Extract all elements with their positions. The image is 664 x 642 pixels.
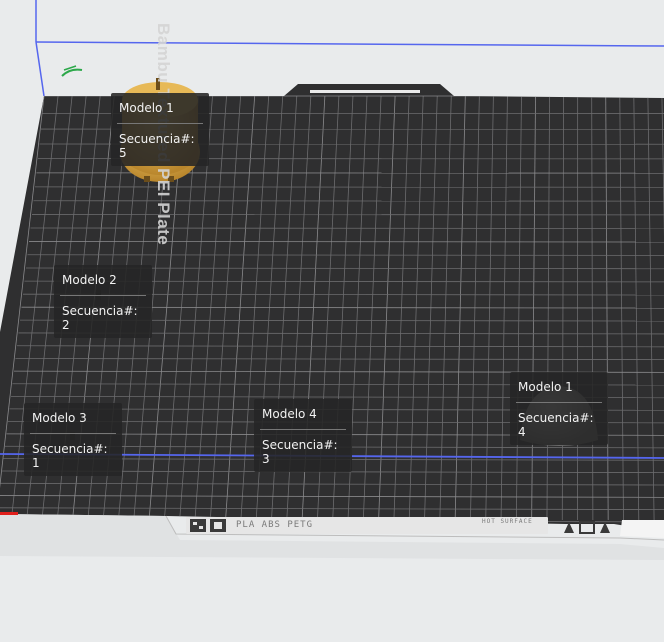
object-sequence: Secuencia#: 4 — [518, 411, 594, 439]
object-sequence: Secuencia#: 5 — [119, 132, 195, 160]
object-tooltip-3: Modelo 3 Secuencia#: 1 — [24, 403, 122, 476]
object-name: Modelo 4 — [262, 407, 317, 421]
plate-info-strip: PLA ABS PETG HOT SURFACE — [186, 517, 548, 534]
filament-types: PLA ABS PETG — [236, 520, 314, 530]
3d-viewport[interactable]: Bambu Textured PEI Plate Modelo 1 Secuen… — [0, 0, 664, 642]
object-name: Modelo 3 — [32, 411, 87, 425]
pencil-icon[interactable] — [61, 68, 83, 77]
bambu-logo-icon — [190, 519, 226, 532]
hot-surface-warning: HOT SURFACE — [482, 518, 533, 525]
object-tooltip-1: Modelo 1 Secuencia#: 5 — [111, 93, 209, 166]
object-sequence: Secuencia#: 2 — [62, 304, 138, 332]
object-tooltip-2: Modelo 2 Secuencia#: 2 — [54, 265, 152, 338]
boundary-line-edge — [35, 41, 45, 97]
object-tooltip-4: Modelo 4 Secuencia#: 3 — [254, 399, 352, 472]
object-sequence: Secuencia#: 1 — [32, 442, 108, 470]
axis-marker — [0, 512, 18, 515]
boundary-line-top — [35, 41, 664, 47]
object-name: Modelo 2 — [62, 273, 117, 287]
warning-icon — [564, 521, 610, 534]
object-tooltip-5: Modelo 1 Secuencia#: 4 — [510, 372, 608, 445]
object-sequence: Secuencia#: 3 — [262, 438, 338, 466]
object-name: Modelo 1 — [119, 101, 174, 115]
object-name: Modelo 1 — [518, 380, 573, 394]
